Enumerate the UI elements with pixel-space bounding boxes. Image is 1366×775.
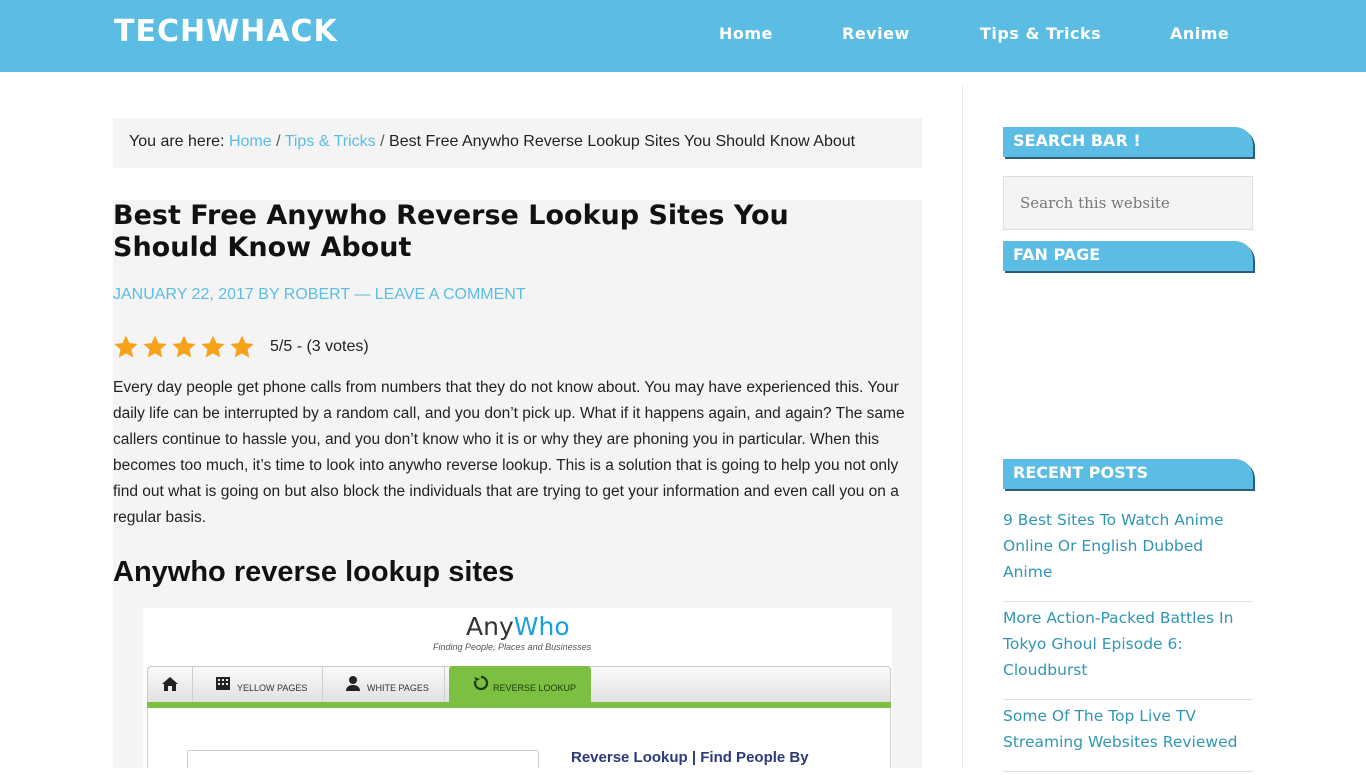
- person-icon: [346, 676, 360, 691]
- article-meta[interactable]: JANUARY 22, 2017 BY ROBERT — LEAVE A COM…: [113, 286, 526, 304]
- nav-home[interactable]: Home: [719, 24, 773, 43]
- building-icon: [216, 677, 230, 690]
- home-icon: [162, 677, 178, 691]
- search-widget-title: SEARCH BAR !: [1003, 127, 1253, 157]
- anywho-screenshot: AnyWho Finding People, Places and Busine…: [143, 608, 892, 768]
- anywho-tagline: Finding People, Places and Businesses: [433, 642, 592, 652]
- fan-page-widget-title: FAN PAGE: [1003, 241, 1253, 271]
- search-input[interactable]: [1003, 176, 1253, 230]
- breadcrumb-prefix: You are here:: [129, 133, 225, 150]
- anywho-tab-label: WHITE PAGES: [367, 683, 429, 693]
- star-icon[interactable]: [200, 334, 226, 360]
- breadcrumb-separator: /: [276, 133, 281, 150]
- anywho-logo: AnyWho: [466, 612, 570, 641]
- anywho-tab-reverse-lookup: REVERSE LOOKUP: [449, 666, 591, 704]
- anywho-tab-label: REVERSE LOOKUP: [493, 683, 577, 693]
- nav-anime[interactable]: Anime: [1170, 24, 1229, 43]
- breadcrumb: You are here: Home / Tips & Tricks / Bes…: [113, 118, 922, 168]
- anywho-tab-yellow-pages: YELLOW PAGES: [193, 666, 323, 704]
- site-logo[interactable]: TECHWHACK: [114, 14, 338, 49]
- anywho-panel-heading: Reverse Lookup | Find People By: [571, 749, 809, 766]
- breadcrumb-category-link[interactable]: Tips & Tricks: [285, 133, 376, 150]
- recent-post-link[interactable]: 9 Best Sites To Watch Anime Online Or En…: [1003, 507, 1253, 602]
- site-header: TECHWHACK Home Review Tips & Tricks Anim…: [0, 0, 1366, 72]
- nav-tips-tricks[interactable]: Tips & Tricks: [980, 24, 1101, 43]
- nav-review[interactable]: Review: [842, 24, 910, 43]
- recent-posts-list: 9 Best Sites To Watch Anime Online Or En…: [1003, 507, 1253, 775]
- anywho-tab-label: YELLOW PAGES: [237, 683, 308, 693]
- star-icon[interactable]: [142, 334, 168, 360]
- rating-text: 5/5 - (3 votes): [270, 338, 369, 355]
- article-intro: Every day people get phone calls from nu…: [113, 379, 905, 526]
- anywho-logo-any: Any: [466, 612, 514, 641]
- breadcrumb-separator: /: [380, 133, 385, 150]
- breadcrumb-current: Best Free Anywho Reverse Lookup Sites Yo…: [389, 133, 856, 150]
- recent-post-link[interactable]: Some Of The Top Live TV Streaming Websit…: [1003, 703, 1253, 772]
- star-icon[interactable]: [113, 334, 139, 360]
- anywho-search-box: [187, 750, 539, 768]
- recent-posts-widget-title: RECENT POSTS: [1003, 459, 1253, 489]
- anywho-logo-who: Who: [513, 612, 570, 641]
- anywho-tab-home: [147, 666, 193, 704]
- recent-post-link[interactable]: More Action-Packed Battles In Tokyo Ghou…: [1003, 605, 1253, 700]
- reverse-arrow-icon: [473, 675, 489, 691]
- star-icon[interactable]: [229, 334, 255, 360]
- breadcrumb-home-link[interactable]: Home: [229, 133, 272, 150]
- anywho-tab-white-pages: WHITE PAGES: [323, 666, 445, 704]
- article-subheading: Anywho reverse lookup sites: [113, 556, 515, 588]
- article: Best Free Anywho Reverse Lookup Sites Yo…: [113, 200, 922, 768]
- star-icon[interactable]: [171, 334, 197, 360]
- content-divider: [962, 86, 963, 768]
- article-title: Best Free Anywho Reverse Lookup Sites Yo…: [113, 200, 789, 263]
